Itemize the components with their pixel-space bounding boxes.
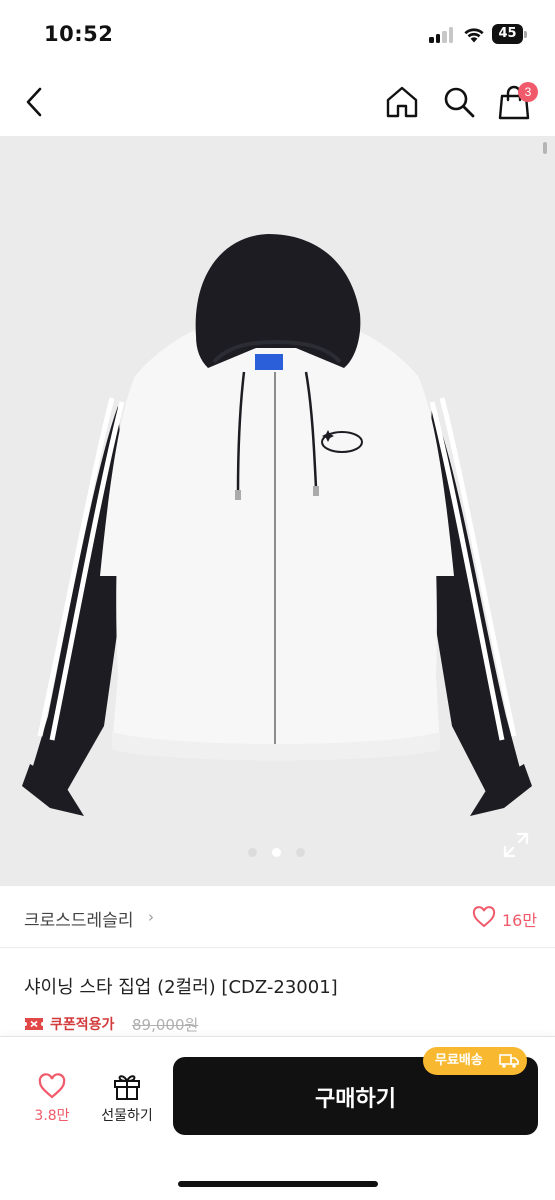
cart-badge: 3 xyxy=(518,82,538,102)
product-image xyxy=(22,234,532,816)
pagination-dot[interactable] xyxy=(296,848,305,857)
app-header: 3 xyxy=(0,70,555,136)
cart-button[interactable]: 3 xyxy=(496,82,538,122)
heart-icon xyxy=(472,906,496,928)
brand-like-count: 16만 xyxy=(502,911,538,930)
heart-icon xyxy=(38,1073,66,1099)
coupon-price-row: 쿠폰적용가 89,000원 xyxy=(24,1014,324,1036)
search-button[interactable] xyxy=(441,84,477,120)
free-shipping-label: 무료배송 xyxy=(435,1053,483,1068)
product-image-gallery[interactable] xyxy=(0,136,555,886)
original-price: 89,000원 xyxy=(132,1016,199,1034)
truck-icon xyxy=(499,1054,519,1068)
bottom-action-bar: 3.8만 선물하기 구매하기 무료배송 xyxy=(0,1036,555,1200)
gift-button[interactable]: 선물하기 xyxy=(92,1067,162,1129)
coupon-icon xyxy=(25,1018,43,1030)
home-icon xyxy=(386,86,418,118)
wishlist-count: 3.8만 xyxy=(34,1108,70,1124)
expand-icon xyxy=(503,832,529,858)
status-bar: 10:52 45 xyxy=(0,0,555,70)
brand-like-button[interactable]: 16만 xyxy=(472,902,542,932)
gift-label: 선물하기 xyxy=(101,1108,153,1124)
free-shipping-badge: 무료배송 xyxy=(423,1047,527,1075)
gallery-pagination xyxy=(248,848,310,858)
pagination-dot[interactable] xyxy=(248,848,257,857)
product-title: 샤이닝 스타 집업 (2컬러) [CDZ-23001] xyxy=(24,977,338,998)
battery-level: 45 xyxy=(492,24,523,44)
home-indicator xyxy=(178,1181,378,1187)
gallery-scrollbar xyxy=(543,142,547,154)
signal-icon xyxy=(429,27,455,43)
back-button[interactable] xyxy=(20,84,50,120)
home-button[interactable] xyxy=(384,84,420,120)
wifi-icon xyxy=(464,28,484,43)
gift-icon xyxy=(114,1075,140,1100)
pagination-dot-active[interactable] xyxy=(272,848,281,857)
battery-icon: 45 xyxy=(492,24,528,44)
brand-row: 크로스드레슬리 › 16만 xyxy=(0,886,555,948)
search-icon xyxy=(444,87,475,118)
wishlist-button[interactable]: 3.8만 xyxy=(22,1067,82,1129)
coupon-price-label: 쿠폰적용가 xyxy=(50,1017,115,1033)
chevron-left-icon xyxy=(26,87,42,117)
expand-image-button[interactable] xyxy=(503,832,529,858)
brand-name-link[interactable]: 크로스드레슬리 xyxy=(24,906,133,931)
buy-button-label: 구매하기 xyxy=(315,1087,396,1112)
status-time: 10:52 xyxy=(44,22,114,46)
chevron-right-icon: › xyxy=(148,908,154,926)
